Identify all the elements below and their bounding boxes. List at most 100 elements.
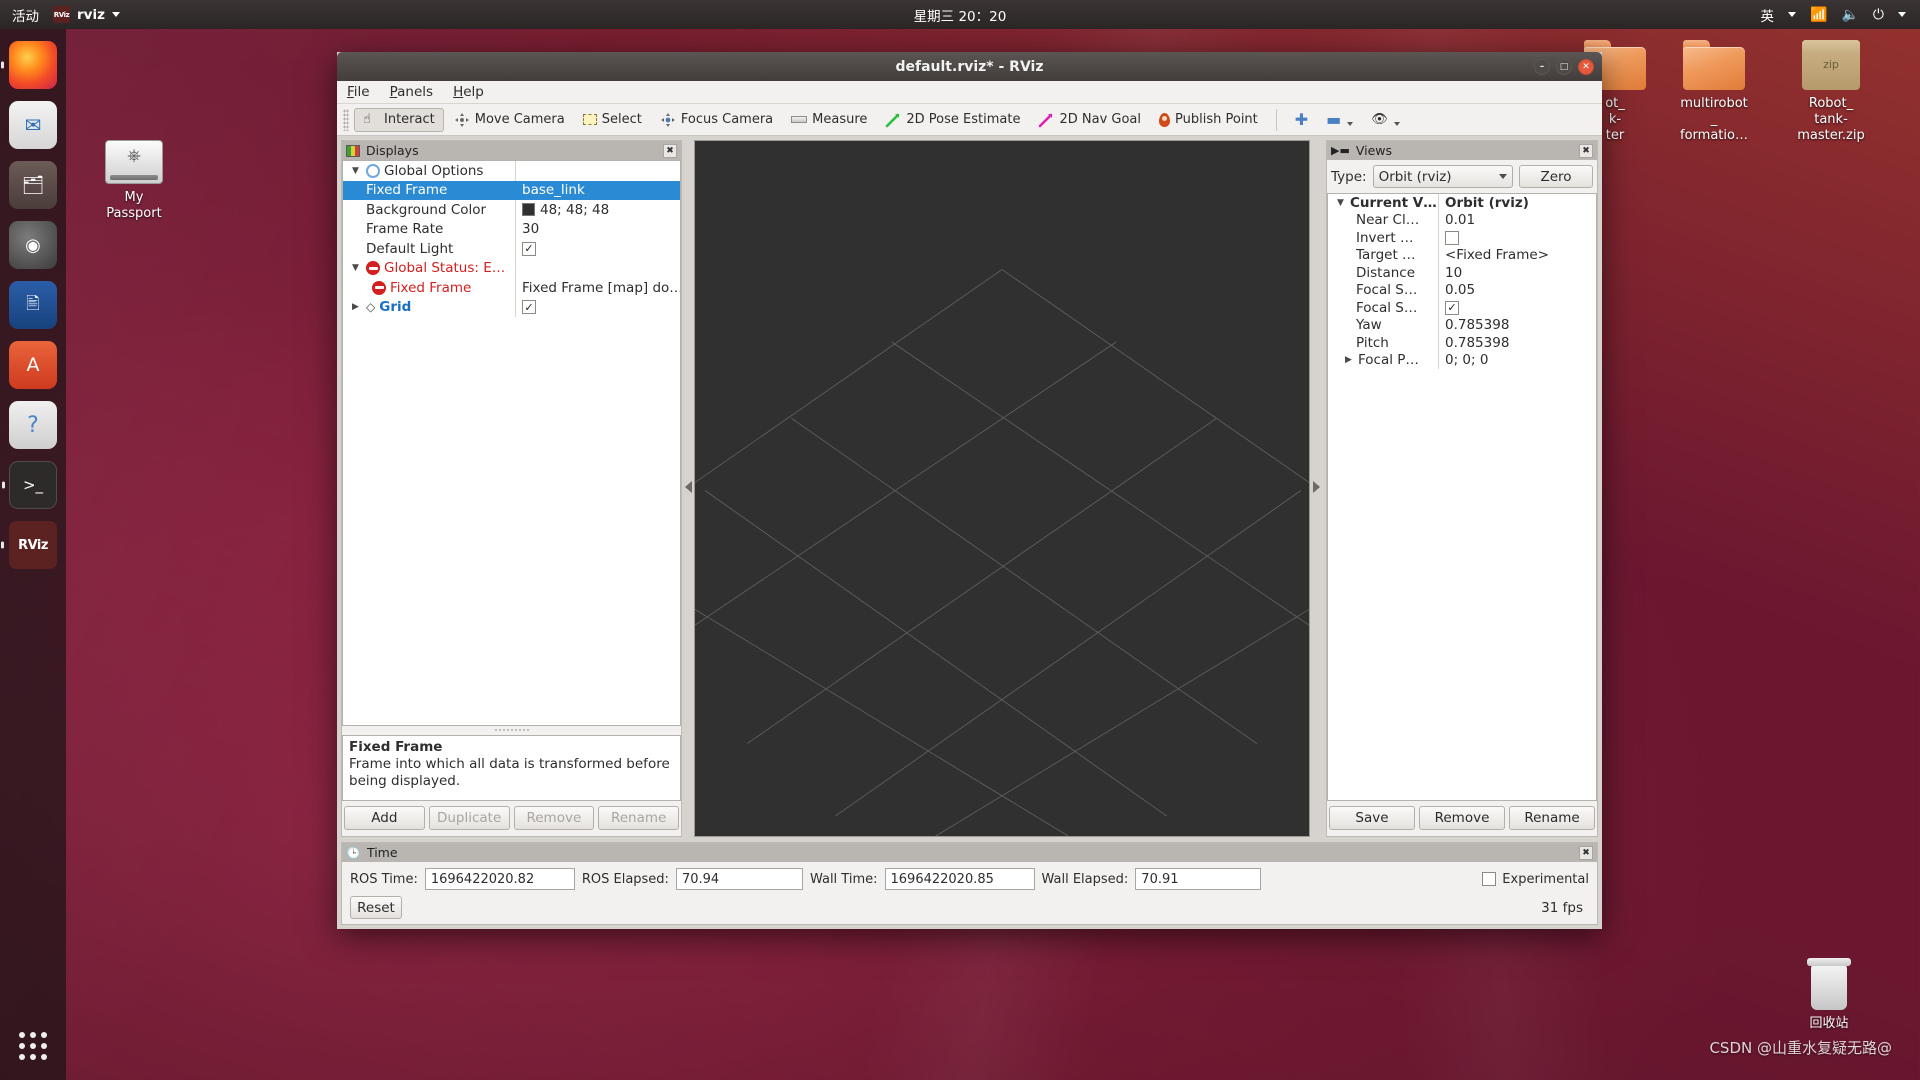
tool-interact[interactable]: ☝ Interact xyxy=(354,107,444,132)
experimental-toggle[interactable]: Experimental xyxy=(1482,872,1589,887)
tool-move-camera[interactable]: Move Camera xyxy=(446,109,573,131)
row-value[interactable]: 0; 0; 0 xyxy=(1445,352,1488,368)
save-view-button[interactable]: Save xyxy=(1329,806,1415,830)
color-swatch[interactable] xyxy=(522,203,535,217)
views-row-pitch[interactable]: Pitch 0.785398 xyxy=(1328,334,1596,352)
add-tool-button[interactable]: ✚ xyxy=(1287,107,1316,132)
minimize-button[interactable]: – xyxy=(1534,58,1550,75)
chevron-down-icon[interactable] xyxy=(1898,12,1906,17)
desktop-icon-trash[interactable]: 回收站 xyxy=(1775,958,1883,1032)
tree-row-frame-rate[interactable]: Frame Rate 30 xyxy=(343,219,680,239)
wall-time-input[interactable]: 1696422020.85 xyxy=(884,868,1035,890)
close-button[interactable]: ✕ xyxy=(1578,58,1594,75)
dock-item-rhythmbox[interactable]: ◉ xyxy=(9,221,57,269)
wall-elapsed-input[interactable]: 70.91 xyxy=(1135,868,1262,890)
row-value[interactable]: 0.05 xyxy=(1445,282,1475,298)
left-splitter[interactable] xyxy=(682,136,694,837)
row-value[interactable]: 0.785398 xyxy=(1445,335,1509,351)
row-value[interactable]: 30 xyxy=(522,221,539,237)
tool-focus-camera[interactable]: Focus Camera xyxy=(652,109,781,131)
row-value[interactable]: 0.01 xyxy=(1445,212,1475,228)
views-row-focal-point[interactable]: ▶ Focal P… 0; 0; 0 xyxy=(1328,351,1596,369)
tree-row-fixed-frame[interactable]: Fixed Frame base_link xyxy=(343,180,680,200)
desktop-icon-multirobot-formation[interactable]: multirobot _ formatio… xyxy=(1660,40,1768,144)
tree-row-default-light[interactable]: Default Light ✓ xyxy=(343,239,680,259)
views-row-focal-shape-fixed[interactable]: Focal S… ✓ xyxy=(1328,299,1596,317)
remove-tool-button[interactable]: ▬ xyxy=(1318,107,1361,132)
rename-view-button[interactable]: Rename xyxy=(1509,806,1595,830)
dock-item-help[interactable]: ? xyxy=(9,401,57,449)
maximize-button[interactable]: □ xyxy=(1556,58,1572,75)
window-titlebar[interactable]: default.rviz* - RViz – □ ✕ xyxy=(337,52,1602,81)
clock[interactable]: 星期三 20：20 xyxy=(0,5,1920,25)
checkbox[interactable]: ✓ xyxy=(522,300,536,315)
reset-button[interactable]: Reset xyxy=(350,896,402,919)
twisty-down-icon[interactable]: ▼ xyxy=(349,263,362,273)
tool-select[interactable]: Select xyxy=(575,109,650,130)
zero-button[interactable]: Zero xyxy=(1519,165,1593,188)
checkbox[interactable]: ✓ xyxy=(1445,300,1459,315)
view-type-select[interactable]: Orbit (rviz) xyxy=(1372,165,1513,188)
panel-resize-grip[interactable] xyxy=(342,726,681,735)
input-method-indicator[interactable]: 英 xyxy=(1761,5,1775,25)
twisty-right-icon[interactable]: ▶ xyxy=(349,302,362,312)
tool-2d-nav-goal[interactable]: 2D Nav Goal xyxy=(1030,109,1149,131)
row-value[interactable]: base_link xyxy=(522,182,585,198)
views-row-near-clip[interactable]: Near Cl… 0.01 xyxy=(1328,211,1596,229)
toolbar-grip[interactable] xyxy=(343,108,349,131)
dock-item-libreoffice-writer[interactable]: 🖹 xyxy=(9,281,57,329)
ros-time-input[interactable]: 1696422020.82 xyxy=(424,868,575,890)
menu-help[interactable]: Help xyxy=(453,84,484,100)
collapse-right-icon[interactable] xyxy=(1312,480,1320,493)
power-icon[interactable]: ⏻ xyxy=(1873,7,1884,23)
remove-view-button[interactable]: Remove xyxy=(1419,806,1505,830)
add-button[interactable]: Add xyxy=(344,806,425,830)
row-value[interactable]: 0.785398 xyxy=(1445,317,1509,333)
show-applications-button[interactable] xyxy=(19,1032,47,1060)
close-icon[interactable]: ✖ xyxy=(1579,845,1593,860)
tree-row-global-status[interactable]: ▼ Global Status: E… xyxy=(343,258,680,278)
dock-item-ubuntu-software[interactable]: A xyxy=(9,341,57,389)
tree-row-background-color[interactable]: Background Color 48; 48; 48 xyxy=(343,200,680,220)
views-row-current-view[interactable]: ▼ Current V… Orbit (rviz) xyxy=(1328,194,1596,212)
desktop-icon-my-passport[interactable]: ⎈ My Passport xyxy=(80,140,188,222)
right-splitter[interactable] xyxy=(1310,136,1322,837)
displays-tree[interactable]: ▼ Global Options Fixed Frame base_link B… xyxy=(342,160,681,726)
dock-item-terminal[interactable]: >_ xyxy=(9,461,57,509)
twisty-down-icon[interactable]: ▼ xyxy=(349,166,362,176)
dock-item-firefox[interactable] xyxy=(9,41,57,89)
views-row-yaw[interactable]: Yaw 0.785398 xyxy=(1328,316,1596,334)
views-row-distance[interactable]: Distance 10 xyxy=(1328,264,1596,282)
checkbox[interactable] xyxy=(1482,872,1497,886)
visibility-button[interactable]: 👁 xyxy=(1363,109,1408,130)
tree-row-grid[interactable]: ▶ ◇ Grid ✓ xyxy=(343,297,680,317)
views-tree[interactable]: ▼ Current V… Orbit (rviz) Near Cl… 0.01 … xyxy=(1327,193,1597,801)
checkbox[interactable]: ✓ xyxy=(522,241,536,256)
render-view-3d[interactable] xyxy=(694,140,1310,837)
wifi-icon[interactable]: 📶 xyxy=(1810,7,1827,23)
row-value[interactable]: 10 xyxy=(1445,265,1462,281)
activities-button[interactable]: 活动 xyxy=(12,5,39,25)
tool-publish-point[interactable]: Publish Point xyxy=(1151,109,1266,130)
menu-file[interactable]: File xyxy=(347,84,370,100)
twisty-down-icon[interactable]: ▼ xyxy=(1334,198,1347,208)
ros-elapsed-input[interactable]: 70.94 xyxy=(675,868,803,890)
desktop-icon-robot-tank-master-zip[interactable]: zip Robot_ tank-master.zip xyxy=(1777,40,1885,144)
close-icon[interactable]: ✖ xyxy=(1579,143,1593,158)
row-value[interactable]: <Fixed Frame> xyxy=(1445,247,1549,263)
views-row-focal-shape-size[interactable]: Focal S… 0.05 xyxy=(1328,281,1596,299)
dock-item-rviz[interactable]: RViz xyxy=(9,521,57,569)
views-row-invert-z[interactable]: Invert … xyxy=(1328,229,1596,247)
dock-item-thunderbird[interactable]: ✉ xyxy=(9,101,57,149)
dock-item-files[interactable]: 🗂 xyxy=(9,161,57,209)
volume-icon[interactable]: 🔈 xyxy=(1841,7,1858,23)
views-row-target-frame[interactable]: Target … <Fixed Frame> xyxy=(1328,246,1596,264)
close-icon[interactable]: ✖ xyxy=(663,143,677,158)
collapse-left-icon[interactable] xyxy=(684,480,692,493)
checkbox[interactable] xyxy=(1445,230,1459,245)
tree-row-global-options[interactable]: ▼ Global Options xyxy=(343,161,680,181)
tool-2d-pose-estimate[interactable]: 2D Pose Estimate xyxy=(877,109,1028,131)
twisty-right-icon[interactable]: ▶ xyxy=(1342,355,1355,365)
tree-row-status-fixed-frame[interactable]: Fixed Frame Fixed Frame [map] do… xyxy=(343,278,680,298)
tool-measure[interactable]: Measure xyxy=(783,109,875,130)
